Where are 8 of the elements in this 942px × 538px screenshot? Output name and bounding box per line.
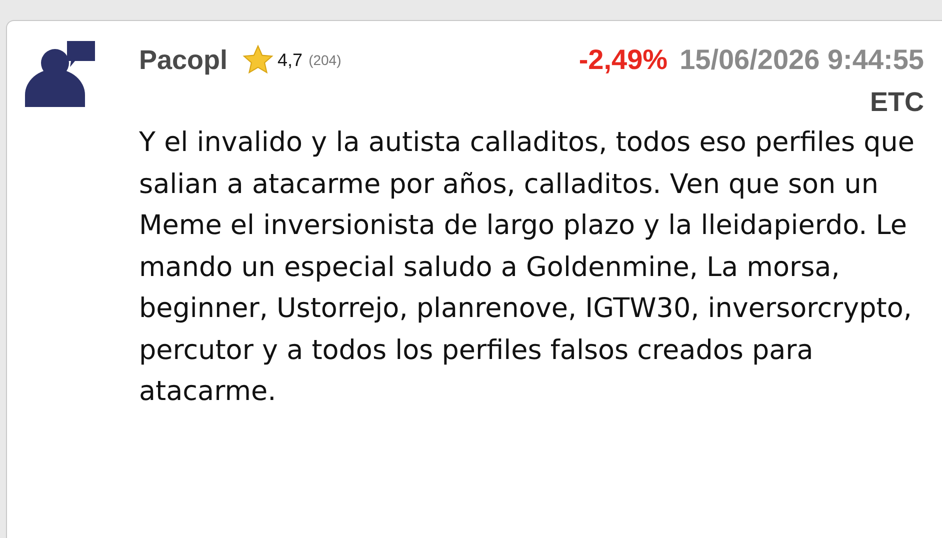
post-body: Y el invalido y la autista calladitos, todos eso perfiles que salian a atacarme por años, calladitos. Ven que son un Meme el inversionista de largo plazo y la lleidapierdo. Le mando un especial saludo a Goldenmine, La morsa, beginner, Ustorrejo, planrenove, IGTW30, inversorcrypto, percutor y a todos los perfiles falsos creados para atacarme. — [139, 126, 916, 409]
ticker-symbol[interactable]: ETC — [870, 87, 924, 117]
author-name[interactable]: Pacopl — [139, 44, 228, 76]
price-change: -2,49% — [578, 44, 668, 76]
post-timestamp: 15/06/2026 9:44:55 — [680, 44, 924, 76]
rating-value: 4,7 — [278, 50, 303, 70]
star-icon — [242, 44, 274, 76]
rating-count: (204) — [308, 52, 342, 68]
